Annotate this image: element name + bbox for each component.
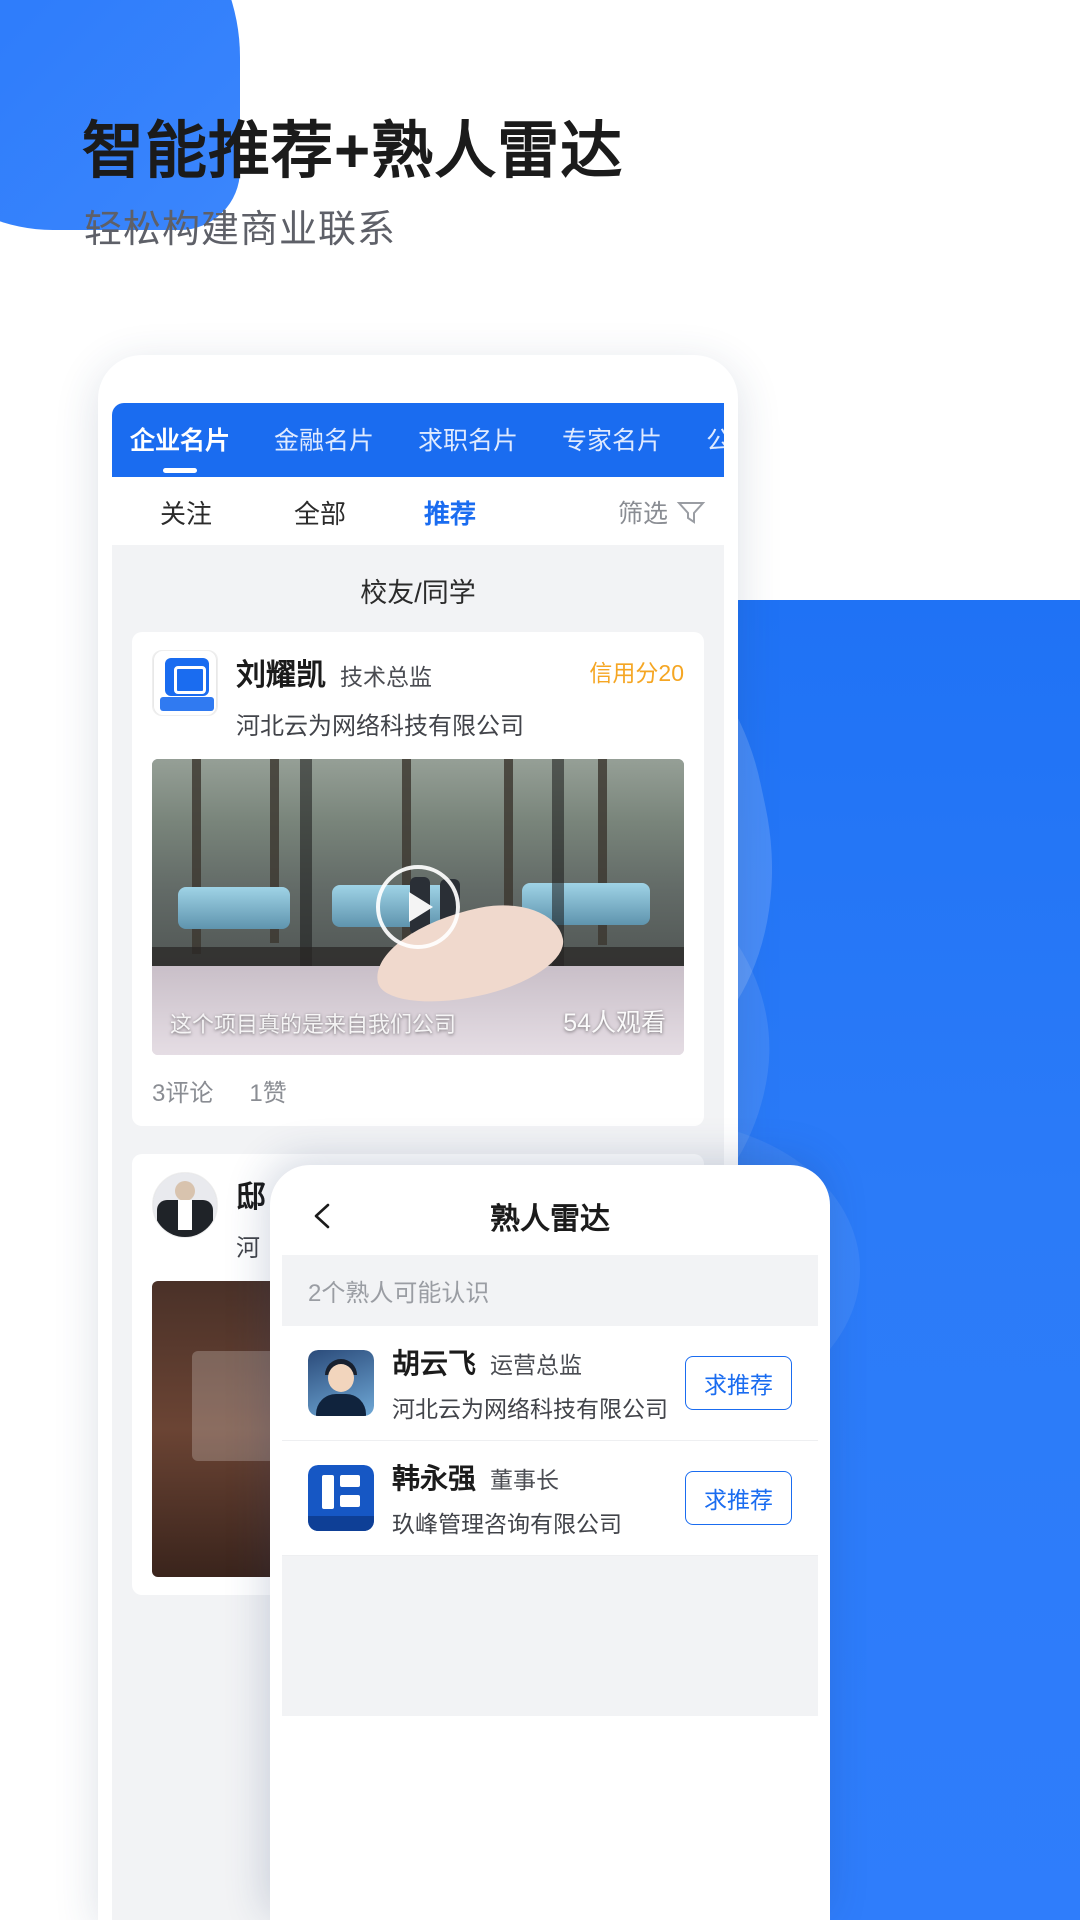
avatar-face: [328, 1364, 354, 1392]
person-avatar-icon: [308, 1350, 374, 1416]
acquaintance-radar-screen: 熟人雷达 2个熟人可能认识 胡云飞 运营总监 河北云为网络科技有限公司 求推荐 …: [282, 1177, 818, 1920]
phone-mockup-overlay: 熟人雷达 2个熟人可能认识 胡云飞 运营总监 河北云为网络科技有限公司 求推荐 …: [270, 1165, 830, 1920]
request-recommendation-button[interactable]: 求推荐: [685, 1471, 792, 1525]
video-caption: 这个项目真的是来自我们公司: [170, 1012, 457, 1037]
card-name-row: 刘耀凯 技术总监: [236, 650, 579, 694]
person-avatar-icon: [152, 1172, 218, 1238]
tab-job-card[interactable]: 求职名片: [418, 421, 518, 459]
feed-subtab-row[interactable]: 关注 全部 推荐 筛选: [112, 481, 724, 543]
avatar-graphic: [308, 1465, 374, 1531]
avatar-shirt: [178, 1200, 192, 1230]
like-count[interactable]: 1赞: [249, 1073, 286, 1108]
overlay-subtitle: 2个熟人可能认识: [282, 1255, 818, 1326]
avatar-graphic: [153, 1173, 217, 1237]
filter-button[interactable]: 筛选: [618, 494, 706, 530]
comment-count[interactable]: 3评论: [152, 1073, 213, 1108]
chevron-left-icon[interactable]: [308, 1201, 338, 1231]
card-video-thumbnail[interactable]: 这个项目真的是来自我们公司 54人观看: [152, 759, 684, 1055]
card-header: 刘耀凯 技术总监 河北云为网络科技有限公司 信用分20: [152, 650, 684, 741]
acquaintance-list[interactable]: 胡云飞 运营总监 河北云为网络科技有限公司 求推荐 韩永强 董事长 玖峰管理咨询…: [282, 1326, 818, 1556]
company-logo-icon: [308, 1465, 374, 1531]
list-item[interactable]: 韩永强 董事长 玖峰管理咨询有限公司 求推荐: [282, 1441, 818, 1556]
list-item-identity: 胡云飞 运营总监 河北云为网络科技有限公司: [392, 1342, 685, 1424]
request-recommendation-button[interactable]: 求推荐: [685, 1356, 792, 1410]
card-identity: 刘耀凯 技术总监 河北云为网络科技有限公司: [236, 650, 579, 741]
card-person-name: 邸: [236, 1181, 266, 1214]
video-car: [178, 887, 290, 929]
list-item-role: 运营总监: [490, 1352, 583, 1378]
play-triangle: [409, 892, 433, 922]
tab-public-card[interactable]: 公: [706, 421, 724, 459]
logo-bar: [322, 1475, 334, 1509]
card-category-tabbar[interactable]: 企业名片 金融名片 求职名片 专家名片 公: [112, 403, 724, 477]
list-item-name: 韩永强: [392, 1463, 477, 1494]
avatar-head: [175, 1181, 195, 1201]
logo-bar: [340, 1475, 360, 1487]
promo-screenshot: 智能推荐+熟人雷达 轻松构建商业联系 企业名片 金融名片 求职名片 专家名片 公…: [0, 0, 1080, 1920]
subtab-following[interactable]: 关注: [160, 494, 212, 531]
subtab-all[interactable]: 全部: [294, 494, 346, 531]
card-footer: 3评论 1赞: [152, 1073, 684, 1108]
list-item-company: 河北云为网络科技有限公司: [392, 1396, 668, 1422]
filter-icon: [676, 502, 706, 524]
logo-bar: [340, 1495, 360, 1507]
list-item-name-row: 胡云飞 运营总监: [392, 1342, 685, 1382]
card-person-title: 技术总监: [340, 664, 432, 690]
logo-graphic: [153, 651, 217, 715]
hero-subheadline: 轻松构建商业联系: [84, 209, 397, 251]
filter-label: 筛选: [617, 500, 668, 528]
list-item-identity: 韩永强 董事长 玖峰管理咨询有限公司: [392, 1457, 685, 1539]
avatar-shoulders: [316, 1394, 366, 1416]
overlay-title: 熟人雷达: [490, 1203, 610, 1236]
tab-expert-card[interactable]: 专家名片: [562, 421, 662, 459]
logo-wordmark: [308, 1516, 374, 1531]
list-item-name-row: 韩永强 董事长: [392, 1457, 685, 1497]
video-view-count: 54人观看: [563, 1009, 666, 1037]
credit-score-badge: 信用分20: [589, 660, 684, 686]
overlay-navbar: 熟人雷达: [282, 1177, 818, 1255]
play-icon[interactable]: [376, 865, 460, 949]
logo-wordmark: [160, 697, 214, 711]
hero-headline: 智能推荐+熟人雷达: [82, 117, 624, 186]
card-company-name: 河北云为网络科技有限公司: [236, 713, 524, 740]
subtab-recommend[interactable]: 推荐: [424, 494, 476, 531]
company-logo-icon: [152, 650, 218, 716]
tab-enterprise-card[interactable]: 企业名片: [130, 421, 230, 459]
overlay-empty-area: [282, 1556, 818, 1716]
list-item-name: 胡云飞: [392, 1348, 477, 1379]
list-item-company: 玖峰管理咨询有限公司: [392, 1511, 622, 1537]
card-person-name: 刘耀凯: [236, 659, 326, 692]
feed-section-title: 校友/同学: [360, 578, 476, 608]
avatar-graphic: [308, 1350, 374, 1416]
logo-mark: [165, 658, 209, 696]
feed-card[interactable]: 刘耀凯 技术总监 河北云为网络科技有限公司 信用分20 这个项目真的是来自我们公…: [132, 632, 704, 1126]
list-item[interactable]: 胡云飞 运营总监 河北云为网络科技有限公司 求推荐: [282, 1326, 818, 1441]
tab-finance-card[interactable]: 金融名片: [274, 421, 374, 459]
list-item-role: 董事长: [490, 1467, 560, 1493]
